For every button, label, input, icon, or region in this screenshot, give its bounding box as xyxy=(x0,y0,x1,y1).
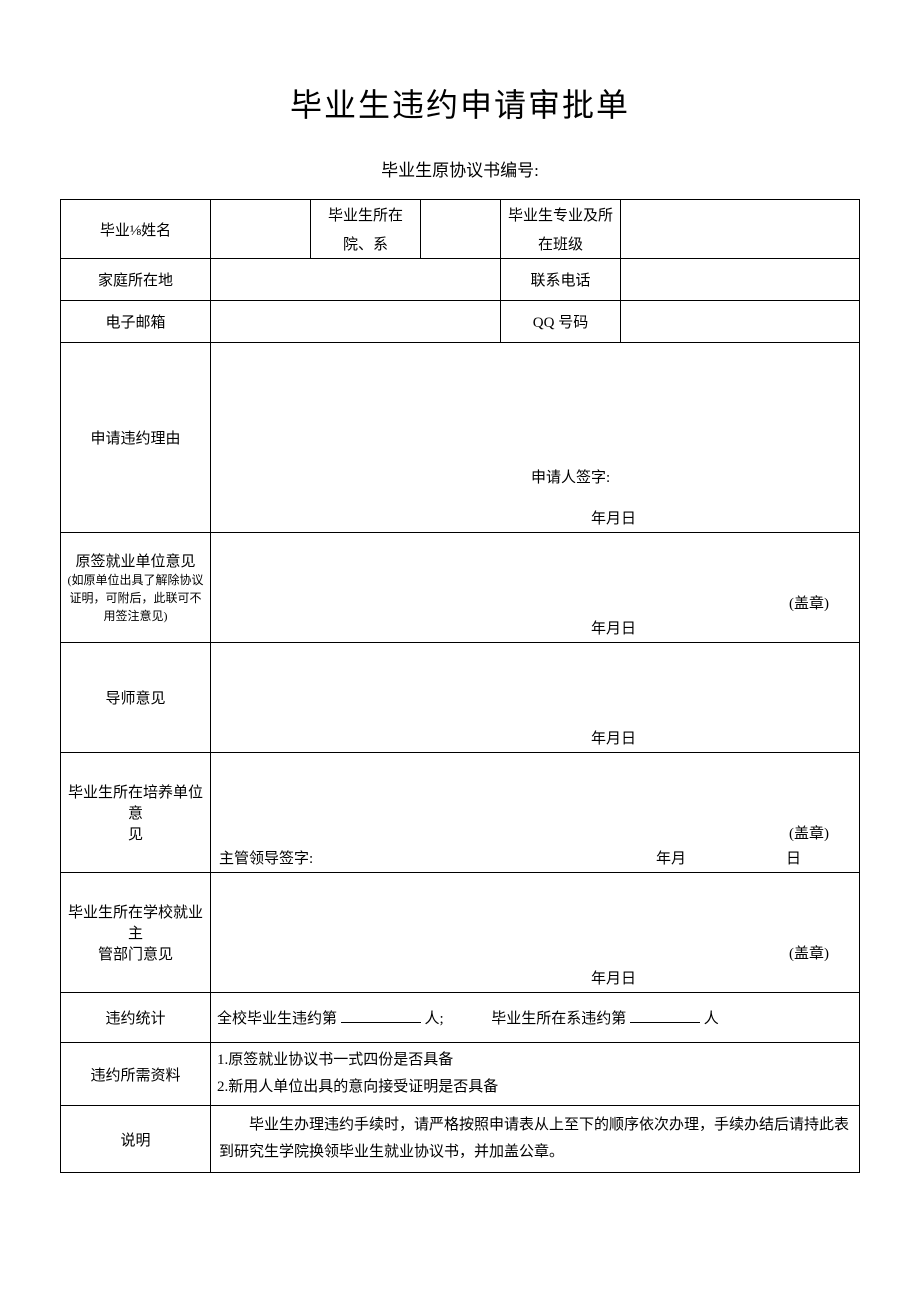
field-stats: 全校毕业生违约第 人; 毕业生所在系违约第 人 xyxy=(211,993,860,1043)
orig-employer-date: 年月日 xyxy=(211,613,859,642)
field-advisor[interactable]: 年月日 xyxy=(211,643,860,753)
label-home: 家庭所在地 xyxy=(61,259,211,301)
stats-text3: 毕业生所在系违约第 xyxy=(491,1011,626,1027)
reason-date: 年月日 xyxy=(211,507,859,532)
field-description: 毕业生办理违约手续时，请严格按照申请表从上至下的顺序依次办理，手续办结后请持此表… xyxy=(211,1106,860,1173)
field-phone[interactable] xyxy=(621,259,860,301)
reason-sign-label: 申请人签字: xyxy=(211,466,859,507)
field-home[interactable] xyxy=(211,259,501,301)
cultivate-seal: (盖章) xyxy=(211,822,859,843)
stats-blank1[interactable] xyxy=(341,1008,421,1023)
field-student-name[interactable] xyxy=(211,200,311,259)
label-cultivate-unit: 毕业生所在培养单位意 见 xyxy=(61,753,211,873)
school-dept-l1: 毕业生所在学校就业主 xyxy=(68,905,203,942)
orig-employer-label-text: 原签就业单位意见 xyxy=(65,550,206,571)
field-reason[interactable]: 申请人签字: 年月日 xyxy=(211,343,860,533)
label-materials: 违约所需资料 xyxy=(61,1043,211,1106)
field-major[interactable] xyxy=(621,200,860,259)
label-student-name: 毕业⅛姓名 xyxy=(61,200,211,259)
field-qq[interactable] xyxy=(621,301,860,343)
approval-table: 毕业⅛姓名 毕业生所在 毕业生专业及所 院、系 在班级 家庭所在地 联系电话 电… xyxy=(60,199,860,1173)
label-major-l2: 在班级 xyxy=(501,229,621,259)
cultivate-l1: 毕业生所在培养单位意 xyxy=(68,785,203,822)
field-cultivate-unit[interactable]: (盖章) 主管领导签字: 年月 日 xyxy=(211,753,860,873)
label-qq: QQ 号码 xyxy=(501,301,621,343)
stats-blank2[interactable] xyxy=(630,1008,700,1023)
label-orig-employer: 原签就业单位意见 (如原单位出具了解除协议证明，可附后，此联可不用签注意见) xyxy=(61,533,211,643)
label-reason: 申请违约理由 xyxy=(61,343,211,533)
school-dept-l2: 管部门意见 xyxy=(98,947,173,963)
label-stats: 违约统计 xyxy=(61,993,211,1043)
cultivate-date-ym: 年月 xyxy=(656,847,786,868)
page-title: 毕业生违约申请审批单 xyxy=(60,80,860,126)
label-dept-l1: 毕业生所在 xyxy=(311,200,421,230)
cultivate-sign-label: 主管领导签字: xyxy=(219,847,313,868)
cultivate-l2: 见 xyxy=(128,827,143,843)
label-phone: 联系电话 xyxy=(501,259,621,301)
material-item1: 1.原签就业协议书一式四份是否具备 xyxy=(217,1047,853,1074)
cultivate-date-d: 日 xyxy=(786,847,851,868)
school-dept-date: 年月日 xyxy=(211,963,859,992)
label-major-l1: 毕业生专业及所 xyxy=(501,200,621,230)
label-description: 说明 xyxy=(61,1106,211,1173)
label-dept-l2: 院、系 xyxy=(311,229,421,259)
stats-text2: 人; xyxy=(425,1011,444,1027)
material-item2: 2.新用人单位出具的意向接受证明是否具备 xyxy=(217,1074,853,1101)
advisor-date: 年月日 xyxy=(211,727,859,752)
subtitle: 毕业生原协议书编号: xyxy=(60,156,860,181)
field-email[interactable] xyxy=(211,301,501,343)
label-email: 电子邮箱 xyxy=(61,301,211,343)
field-orig-employer[interactable]: (盖章) 年月日 xyxy=(211,533,860,643)
label-school-dept: 毕业生所在学校就业主 管部门意见 xyxy=(61,873,211,993)
orig-employer-note: (如原单位出具了解除协议证明，可附后，此联可不用签注意见) xyxy=(65,571,206,625)
stats-text1: 全校毕业生违约第 xyxy=(217,1011,337,1027)
field-materials: 1.原签就业协议书一式四份是否具备 2.新用人单位出具的意向接受证明是否具备 xyxy=(211,1043,860,1106)
label-advisor: 导师意见 xyxy=(61,643,211,753)
field-school-dept[interactable]: (盖章) 年月日 xyxy=(211,873,860,993)
field-dept[interactable] xyxy=(421,200,501,259)
school-dept-seal: (盖章) xyxy=(211,942,859,963)
orig-employer-seal: (盖章) xyxy=(211,592,859,613)
stats-text4: 人 xyxy=(704,1011,719,1027)
